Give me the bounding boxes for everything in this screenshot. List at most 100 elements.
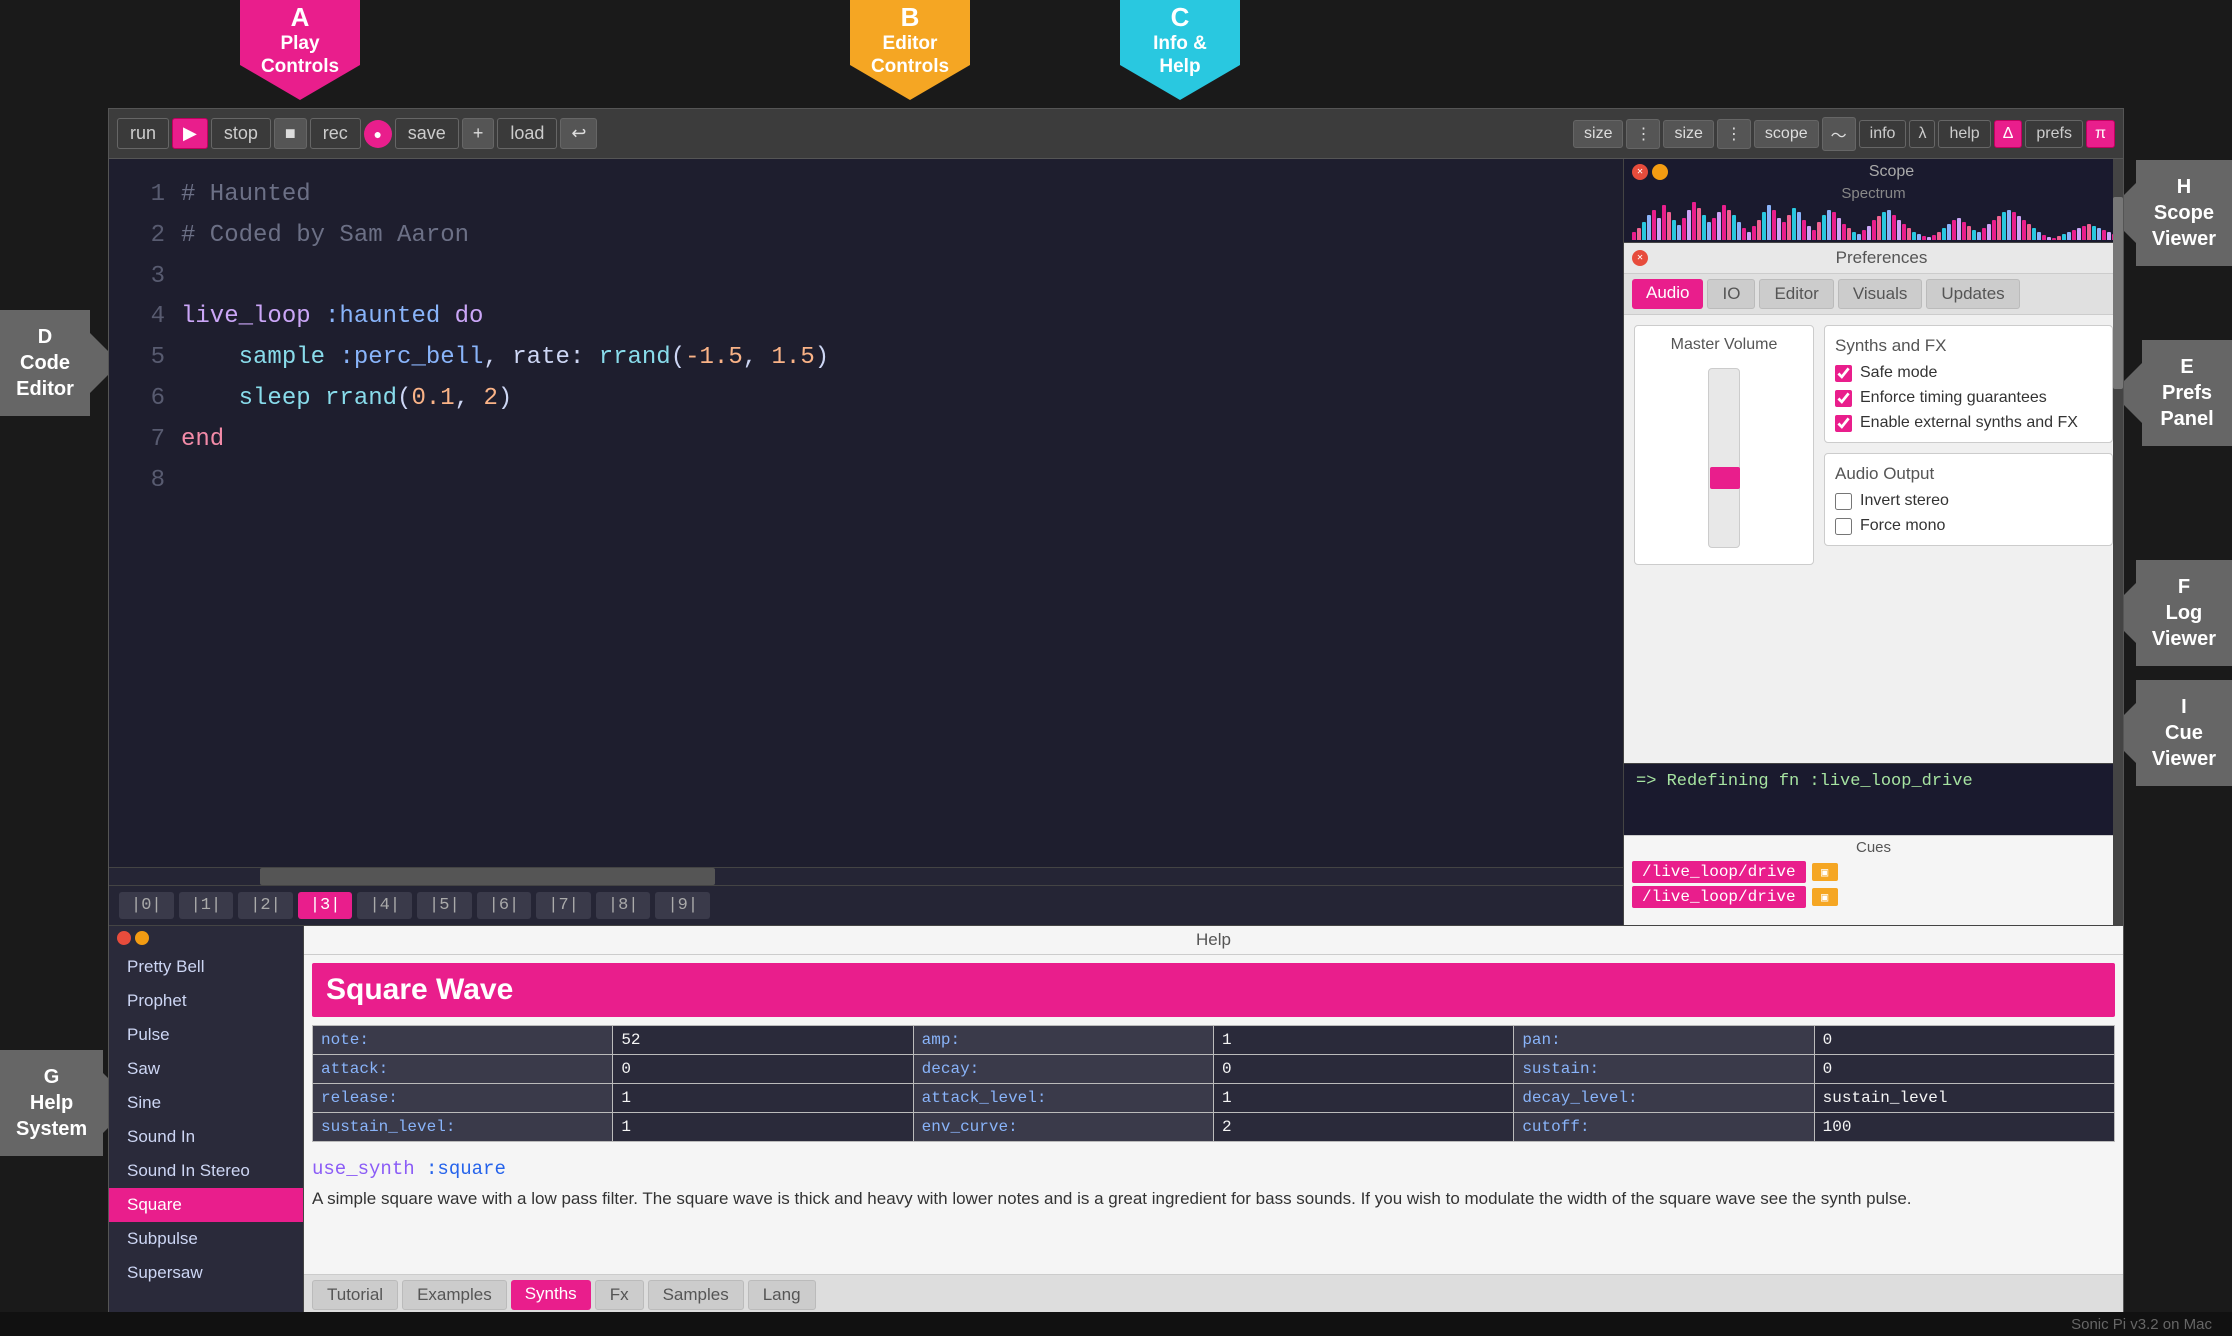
cue-item-1: /live_loop/drive ▣ xyxy=(1632,861,2115,883)
stop-icon-button[interactable]: ■ xyxy=(274,118,307,149)
scope-close-x[interactable]: ✕ xyxy=(1632,164,1648,180)
add-button[interactable]: + xyxy=(462,118,495,149)
safe-mode-label: Safe mode xyxy=(1860,364,1937,382)
arrow-b[interactable]: B EditorControls xyxy=(850,0,970,100)
tab-9[interactable]: |9| xyxy=(655,892,710,919)
tab-3[interactable]: |3| xyxy=(298,892,353,919)
enable-external-checkbox[interactable] xyxy=(1835,415,1852,432)
tab-1[interactable]: |1| xyxy=(179,892,234,919)
size-adj-1[interactable]: ⋮ xyxy=(1626,119,1660,149)
rec-button[interactable]: rec xyxy=(310,118,361,149)
tab-6[interactable]: |6| xyxy=(477,892,532,919)
arrow-b-letter: B xyxy=(901,2,920,33)
scope-wave-button[interactable]: 〜 xyxy=(1822,117,1856,151)
force-mono-checkbox[interactable] xyxy=(1835,518,1852,535)
help-tb-button[interactable]: help xyxy=(1938,120,1990,148)
play-icon-button[interactable]: ▶ xyxy=(172,118,208,149)
prefs-tab-editor[interactable]: Editor xyxy=(1759,279,1833,309)
side-label-e: E PrefsPanel xyxy=(2112,340,2232,446)
help-nav-item-saw[interactable]: Saw xyxy=(109,1052,303,1086)
prefs-tab-audio[interactable]: Audio xyxy=(1632,279,1703,309)
rec-icon-button[interactable]: ● xyxy=(364,120,392,148)
scope-viewer: ✕ Scope Spectrum xyxy=(1624,159,2123,243)
prefs-tab-updates[interactable]: Updates xyxy=(1926,279,2019,309)
cue-item-2: /live_loop/drive ▣ xyxy=(1632,886,2115,908)
help-nav-item-sine[interactable]: Sine xyxy=(109,1086,303,1120)
info-button[interactable]: info xyxy=(1859,120,1907,148)
enable-external-label: Enable external synths and FX xyxy=(1860,414,2078,432)
help-nav-item-subpulse[interactable]: Subpulse xyxy=(109,1222,303,1256)
lambda-button[interactable]: λ xyxy=(1909,120,1935,148)
tab-2[interactable]: |2| xyxy=(238,892,293,919)
tab-8[interactable]: |8| xyxy=(596,892,651,919)
help-nav-item-prophet[interactable]: Prophet xyxy=(109,984,303,1018)
invert-stereo-checkbox[interactable] xyxy=(1835,493,1852,510)
right-scrollbar[interactable] xyxy=(2113,159,2123,925)
help-nav-item-sound-in[interactable]: Sound In xyxy=(109,1120,303,1154)
scope-button[interactable]: scope xyxy=(1754,120,1819,148)
code-line-5: 5 sample :perc_bell, rate: rrand(-1.5, 1… xyxy=(129,338,1603,379)
side-label-i: I CueViewer xyxy=(2106,680,2232,786)
audio-output-group: Audio Output Invert stereo Force mono xyxy=(1824,453,2113,546)
invert-stereo-row: Invert stereo xyxy=(1835,492,2102,510)
size-adj-2[interactable]: ⋮ xyxy=(1717,119,1751,149)
side-label-h: H ScopeViewer xyxy=(2106,160,2232,266)
help-tab-examples[interactable]: Examples xyxy=(402,1280,507,1310)
spectrum-title: Spectrum xyxy=(1624,185,2123,202)
h-scrollbar[interactable] xyxy=(109,867,1623,885)
help-nav-minimize[interactable] xyxy=(135,931,149,945)
code-line-3: 3 xyxy=(129,257,1603,298)
bottom-section: Pretty Bell Prophet Pulse Saw Sine Sound… xyxy=(109,925,2123,1315)
prefs-close-btn[interactable]: ✕ xyxy=(1632,250,1648,266)
stop-button[interactable]: stop xyxy=(211,118,271,149)
prefs-button[interactable]: prefs xyxy=(2025,120,2083,148)
status-text: Sonic Pi v3.2 on Mac xyxy=(2071,1316,2212,1333)
pi-button[interactable]: π xyxy=(2086,120,2115,148)
force-mono-label: Force mono xyxy=(1860,517,1945,535)
synth-title-bar: Square Wave xyxy=(312,963,2115,1017)
side-e-letter: E xyxy=(2158,354,2216,380)
load-button[interactable]: load xyxy=(497,118,557,149)
arrow-a[interactable]: A PlayControls xyxy=(240,0,360,100)
help-nav-item-sound-in-stereo[interactable]: Sound In Stereo xyxy=(109,1154,303,1188)
enforce-timing-checkbox[interactable] xyxy=(1835,390,1852,407)
code-line-6: 6 sleep rrand(0.1, 2) xyxy=(129,379,1603,420)
toolbar: run ▶ stop ■ rec ● save + load ↩ size ⋮ … xyxy=(109,109,2123,159)
scope-minimize[interactable] xyxy=(1652,164,1668,180)
help-tab-fx[interactable]: Fx xyxy=(595,1280,644,1310)
synths-fx-group: Synths and FX Safe mode Enforce timing g… xyxy=(1824,325,2113,443)
tab-0[interactable]: |0| xyxy=(119,892,174,919)
save-button[interactable]: save xyxy=(395,118,459,149)
help-tab-synths[interactable]: Synths xyxy=(511,1280,591,1310)
cue-icon-1: ▣ xyxy=(1812,863,1838,881)
tab-4[interactable]: |4| xyxy=(357,892,412,919)
size-button-1[interactable]: size xyxy=(1573,120,1623,148)
delta-button[interactable]: Δ xyxy=(1994,120,2023,148)
prefs-tab-visuals[interactable]: Visuals xyxy=(1838,279,1923,309)
cue-label-2: /live_loop/drive xyxy=(1632,886,1806,908)
help-nav-item-pulse[interactable]: Pulse xyxy=(109,1018,303,1052)
safe-mode-checkbox[interactable] xyxy=(1835,365,1852,382)
help-nav-item-square[interactable]: Square xyxy=(109,1188,303,1222)
prefs-panel: ✕ Preferences Audio IO Editor Visuals Up… xyxy=(1624,243,2123,763)
help-tab-lang[interactable]: Lang xyxy=(748,1280,816,1310)
params-table: note: 52 amp: 1 pan: 0 attack: 0 decay: … xyxy=(312,1025,2115,1142)
prefs-tab-io[interactable]: IO xyxy=(1707,279,1755,309)
arrow-c[interactable]: C Info &Help xyxy=(1120,0,1240,100)
run-button[interactable]: run xyxy=(117,118,169,149)
code-line-8: 8 xyxy=(129,461,1603,502)
help-nav-close-x[interactable] xyxy=(117,931,131,945)
tab-7[interactable]: |7| xyxy=(536,892,591,919)
size-button-2[interactable]: size xyxy=(1663,120,1713,148)
tab-bar: |0| |1| |2| |3| |4| |5| |6| |7| |8| |9| xyxy=(109,885,1623,925)
side-i-letter: I xyxy=(2152,694,2216,720)
help-tab-samples[interactable]: Samples xyxy=(648,1280,744,1310)
help-nav-item-pretty-bell[interactable]: Pretty Bell xyxy=(109,950,303,984)
tab-5[interactable]: |5| xyxy=(417,892,472,919)
load-icon-button[interactable]: ↩ xyxy=(560,118,597,149)
help-tab-tutorial[interactable]: Tutorial xyxy=(312,1280,398,1310)
help-nav-item-supersaw[interactable]: Supersaw xyxy=(109,1256,303,1290)
code-editor[interactable]: 1# Haunted 2# Coded by Sam Aaron 3 4live… xyxy=(109,159,1623,867)
code-line-1: 1# Haunted xyxy=(129,175,1603,216)
volume-slider-thumb[interactable] xyxy=(1710,467,1740,489)
